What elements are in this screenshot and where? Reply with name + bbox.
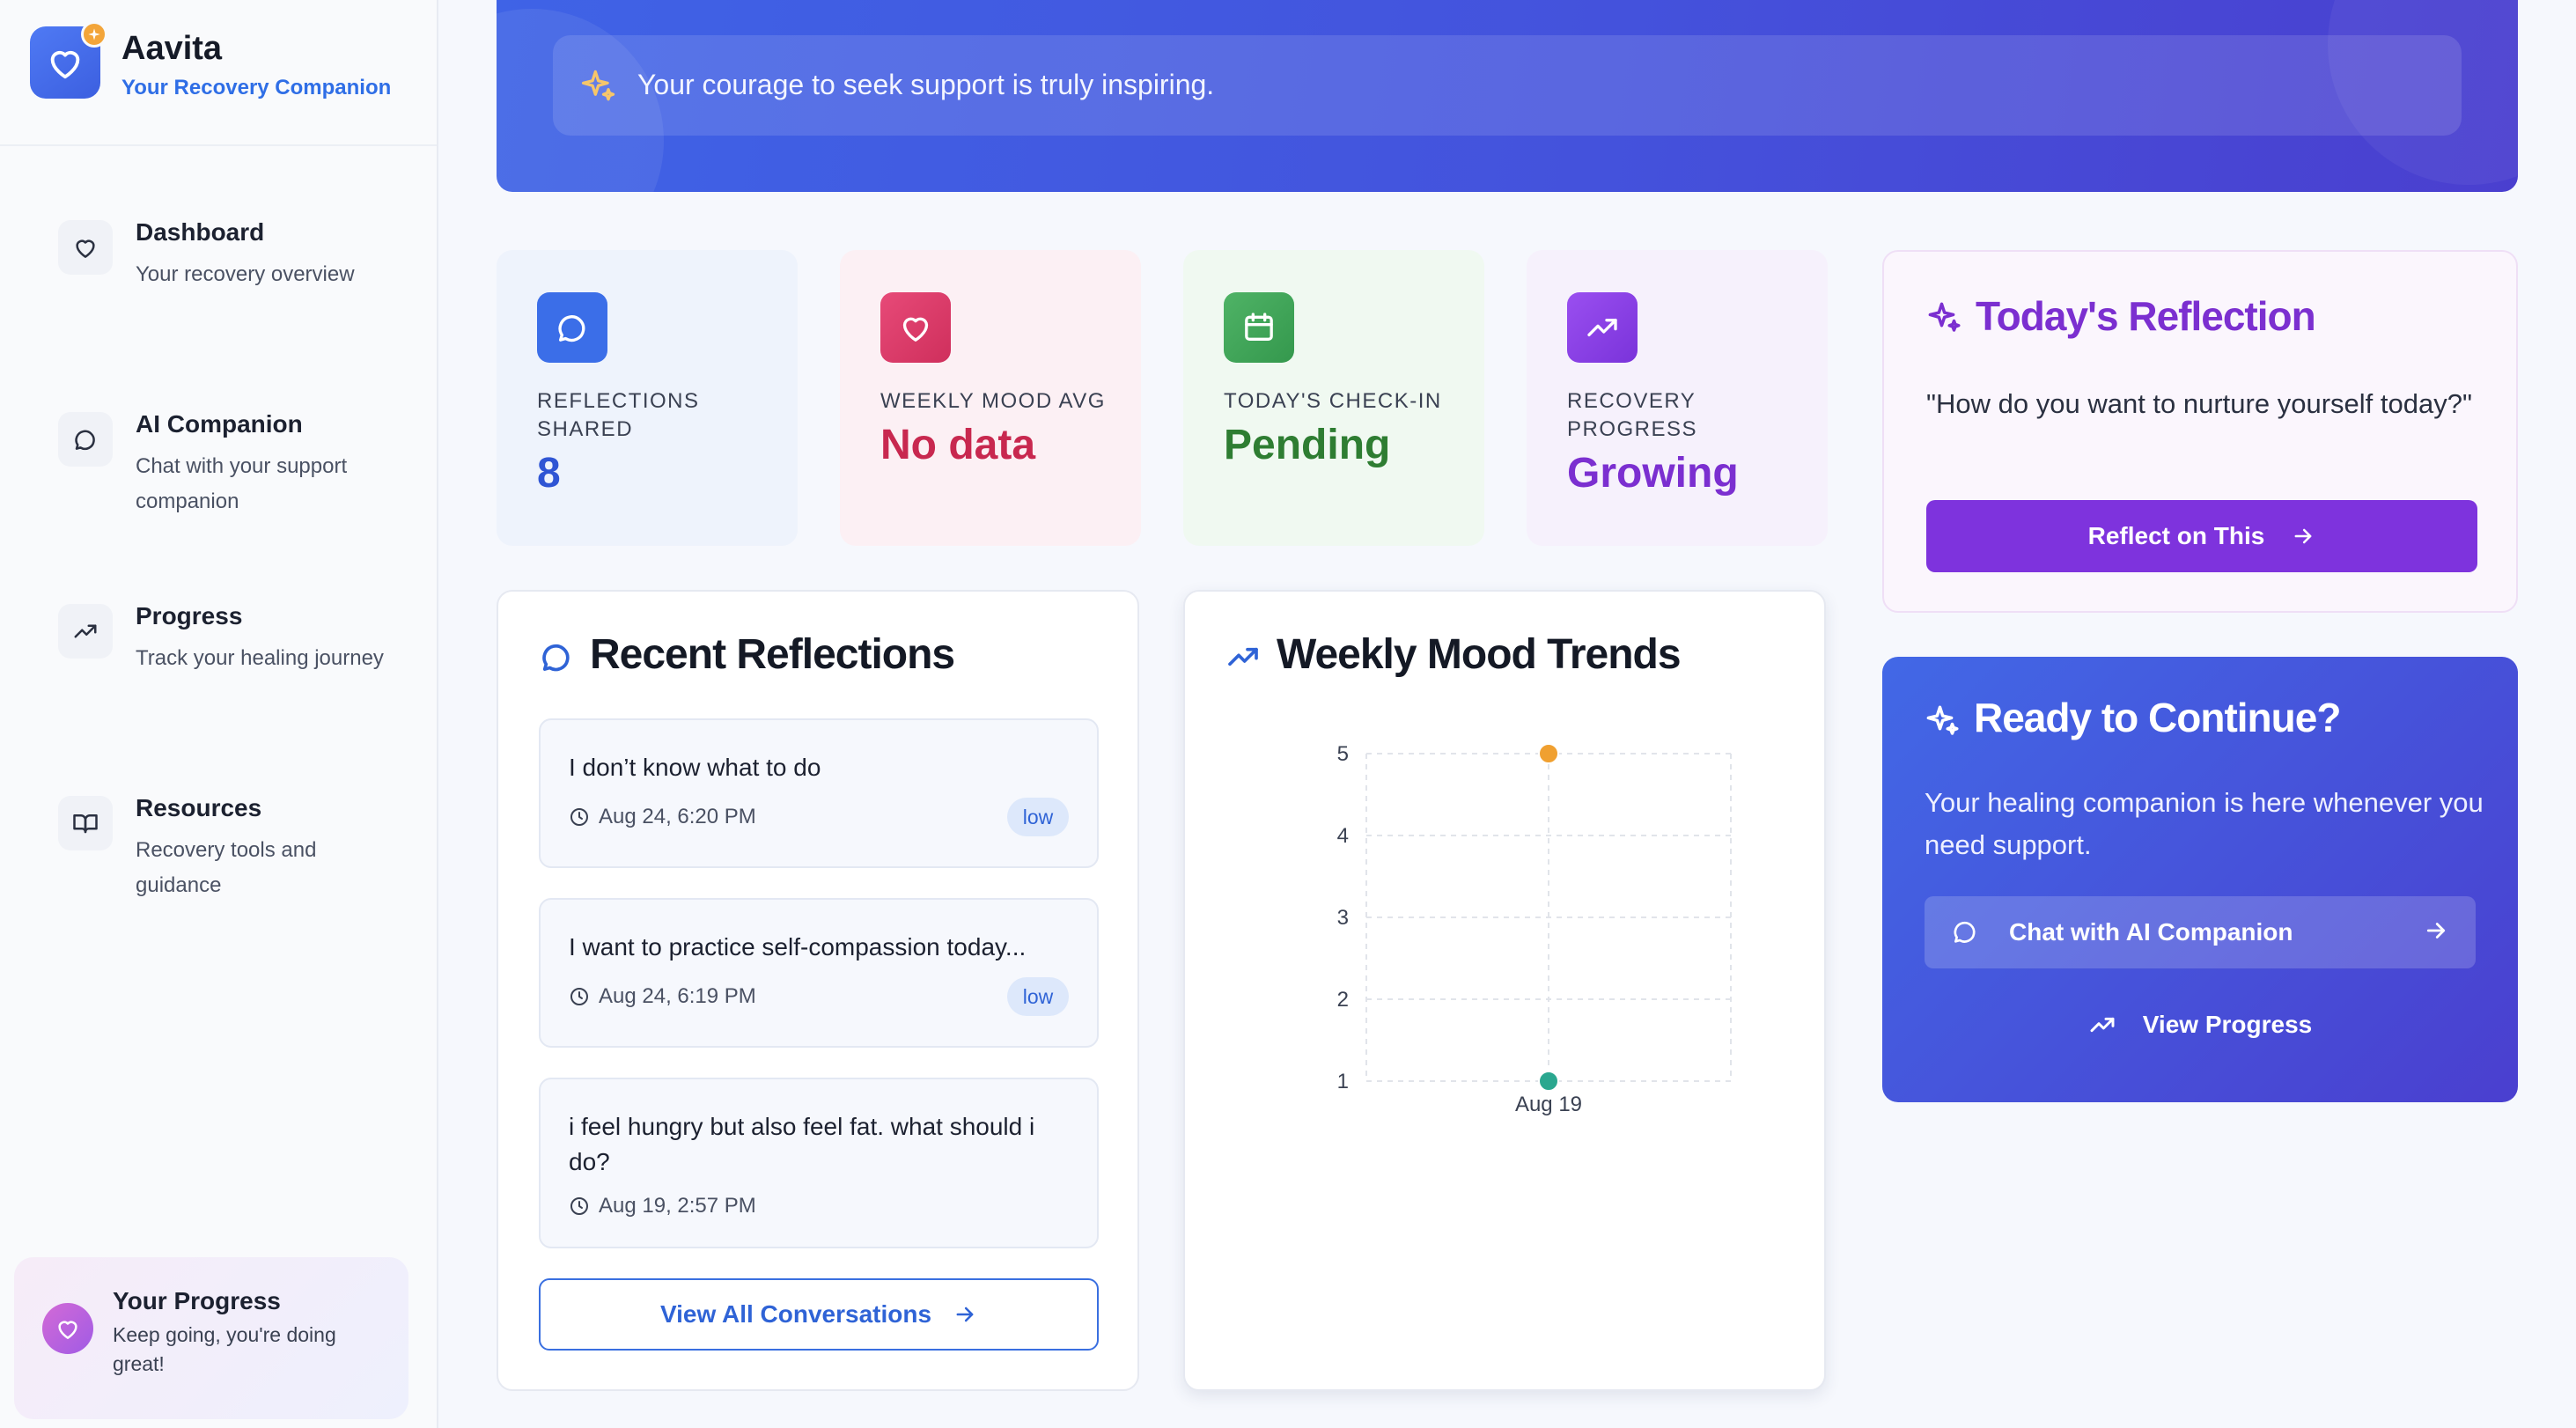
encouragement-message: Your courage to seek support is truly in… xyxy=(553,35,2462,136)
stat-card-weekly-mood: WEEKLY MOOD AVG No data xyxy=(840,250,1141,546)
encouragement-text: Your courage to seek support is truly in… xyxy=(637,69,1215,100)
chat-bubble-icon xyxy=(539,639,574,679)
reflection-list-item[interactable]: I don’t know what to do Aug 24, 6:20 PM … xyxy=(539,718,1099,868)
chat-with-ai-companion-button[interactable]: Chat with AI Companion xyxy=(1925,896,2476,968)
sidebar-item-desc: Chat with your support companion xyxy=(136,454,348,513)
sparkle-icon xyxy=(1925,703,1961,744)
sidebar-divider xyxy=(0,144,437,146)
sparkle-icon xyxy=(579,67,618,110)
reflect-on-this-button[interactable]: Reflect on This xyxy=(1926,500,2477,572)
sidebar-item-title: Dashboard xyxy=(136,218,265,246)
sparkle-icon xyxy=(1926,299,1963,341)
arrow-right-icon xyxy=(956,1307,974,1322)
sidebar-item-dashboard[interactable]: Dashboard Your recovery overview xyxy=(58,218,410,350)
stat-card-recovery-progress: RECOVERY PROGRESS Growing xyxy=(1527,250,1828,546)
reflection-list-item[interactable]: I want to practice self-compassion today… xyxy=(539,898,1099,1048)
view-all-conversations-button[interactable]: View All Conversations xyxy=(539,1278,1099,1351)
reflection-timestamp: Aug 24, 6:20 PM xyxy=(599,805,756,828)
heart-icon xyxy=(58,220,113,275)
y-tick-label: 3 xyxy=(1337,906,1349,930)
stat-value: Pending xyxy=(1224,422,1391,468)
reflection-time: Aug 24, 6:19 PM xyxy=(569,984,756,1009)
trending-up-icon xyxy=(2090,1017,2115,1033)
recent-reflections-card: Recent Reflections I don’t know what to … xyxy=(497,590,1139,1391)
chat-bubble-icon xyxy=(1951,917,1979,952)
stat-label: TODAY'S CHECK-IN xyxy=(1224,389,1442,413)
todays-reflection-title: Today's Reflection xyxy=(1976,293,2316,339)
chat-bubble-icon xyxy=(58,412,113,467)
stat-card-reflections: REFLECTIONS SHARED 8 xyxy=(497,250,798,546)
weekly-mood-trends-card: Weekly Mood Trends 1 2 3 4 5 Aug 19 xyxy=(1183,590,1826,1391)
sparkle-badge-icon xyxy=(81,21,107,48)
sidebar-item-title: Progress xyxy=(136,602,243,629)
reflection-time: Aug 19, 2:57 PM xyxy=(569,1194,756,1218)
y-tick-label: 1 xyxy=(1337,1070,1349,1093)
stat-label: REFLECTIONS SHARED xyxy=(537,389,700,441)
brand[interactable]: Aavita Your Recovery Companion xyxy=(30,21,417,106)
chat-button-label: Chat with AI Companion xyxy=(2009,918,2293,946)
y-tick-label: 2 xyxy=(1337,988,1349,1012)
recent-reflections-title: Recent Reflections xyxy=(590,631,955,678)
sidebar: Aavita Your Recovery Companion Dashboard… xyxy=(0,0,438,1428)
mood-data-point xyxy=(1538,743,1559,764)
stat-card-todays-checkin: TODAY'S CHECK-IN Pending xyxy=(1183,250,1484,546)
stat-label: RECOVERY PROGRESS xyxy=(1567,389,1698,441)
sidebar-item-desc: Recovery tools and guidance xyxy=(136,838,317,897)
heart-icon xyxy=(42,1303,93,1354)
welcome-banner: Your courage to seek support is truly in… xyxy=(497,0,2518,192)
sidebar-item-ai-companion[interactable]: AI Companion Chat with your support comp… xyxy=(58,410,410,542)
reflection-text: I want to practice self-compassion today… xyxy=(569,933,1027,961)
your-progress-card[interactable]: Your Progress Keep going, you're doing g… xyxy=(14,1257,408,1419)
reflection-prompt: "How do you want to nurture yourself tod… xyxy=(1926,388,2472,419)
sidebar-item-title: Resources xyxy=(136,794,262,821)
ready-to-continue-desc: Your healing companion is here whenever … xyxy=(1925,787,2484,860)
clock-icon xyxy=(570,1197,588,1215)
book-open-icon xyxy=(58,796,113,850)
sidebar-item-progress[interactable]: Progress Track your healing journey xyxy=(58,602,410,734)
reflect-button-label: Reflect on This xyxy=(2087,522,2265,549)
clock-icon xyxy=(570,808,588,826)
reflection-list-item[interactable]: i feel hungry but also feel fat. what sh… xyxy=(539,1078,1099,1248)
mood-badge: low xyxy=(1007,798,1069,836)
clock-icon xyxy=(570,988,588,1005)
y-tick-label: 4 xyxy=(1337,824,1349,848)
stat-value: No data xyxy=(880,422,1036,468)
stat-value: Growing xyxy=(1567,450,1739,497)
mood-badge: low xyxy=(1007,977,1069,1016)
brand-name: Aavita xyxy=(121,30,223,67)
your-progress-desc: Keep going, you're doing great! xyxy=(113,1323,336,1375)
mood-data-point xyxy=(1538,1071,1559,1092)
x-tick-label: Aug 19 xyxy=(1515,1093,1582,1116)
ready-to-continue-title: Ready to Continue? xyxy=(1974,695,2341,740)
ready-to-continue-card: Ready to Continue? Your healing companio… xyxy=(1882,657,2518,1102)
reflection-text: I don’t know what to do xyxy=(569,754,821,781)
reflection-timestamp: Aug 19, 2:57 PM xyxy=(599,1194,756,1218)
y-tick-label: 5 xyxy=(1337,742,1349,766)
sidebar-item-desc: Your recovery overview xyxy=(136,262,355,286)
view-all-label: View All Conversations xyxy=(659,1300,932,1328)
todays-reflection-card: Today's Reflection "How do you want to n… xyxy=(1882,250,2518,613)
mood-trend-chart: 1 2 3 4 5 Aug 19 xyxy=(1337,742,1732,1116)
arrow-right-icon xyxy=(2423,917,2449,950)
heart-icon xyxy=(880,292,951,363)
trending-up-icon xyxy=(1567,292,1638,363)
sidebar-item-resources[interactable]: Resources Recovery tools and guidance xyxy=(58,794,410,926)
your-progress-title: Your Progress xyxy=(113,1287,281,1314)
calendar-icon xyxy=(1224,292,1294,363)
reflection-text: i feel hungry but also feel fat. what sh… xyxy=(569,1113,1035,1175)
chat-bubble-icon xyxy=(537,292,607,363)
brand-tagline: Your Recovery Companion xyxy=(121,76,392,99)
view-progress-link[interactable]: View Progress xyxy=(1925,991,2476,1058)
reflection-time: Aug 24, 6:20 PM xyxy=(569,805,756,829)
stat-value: 8 xyxy=(537,450,561,497)
arrow-right-icon xyxy=(2294,528,2312,544)
trending-up-icon xyxy=(58,604,113,659)
sidebar-item-title: AI Companion xyxy=(136,410,303,438)
view-progress-label: View Progress xyxy=(2142,1011,2313,1038)
brand-logo-heart-icon xyxy=(30,21,107,99)
reflection-timestamp: Aug 24, 6:19 PM xyxy=(599,984,756,1008)
sidebar-item-desc: Track your healing journey xyxy=(136,646,384,670)
stat-label: WEEKLY MOOD AVG xyxy=(880,389,1106,413)
